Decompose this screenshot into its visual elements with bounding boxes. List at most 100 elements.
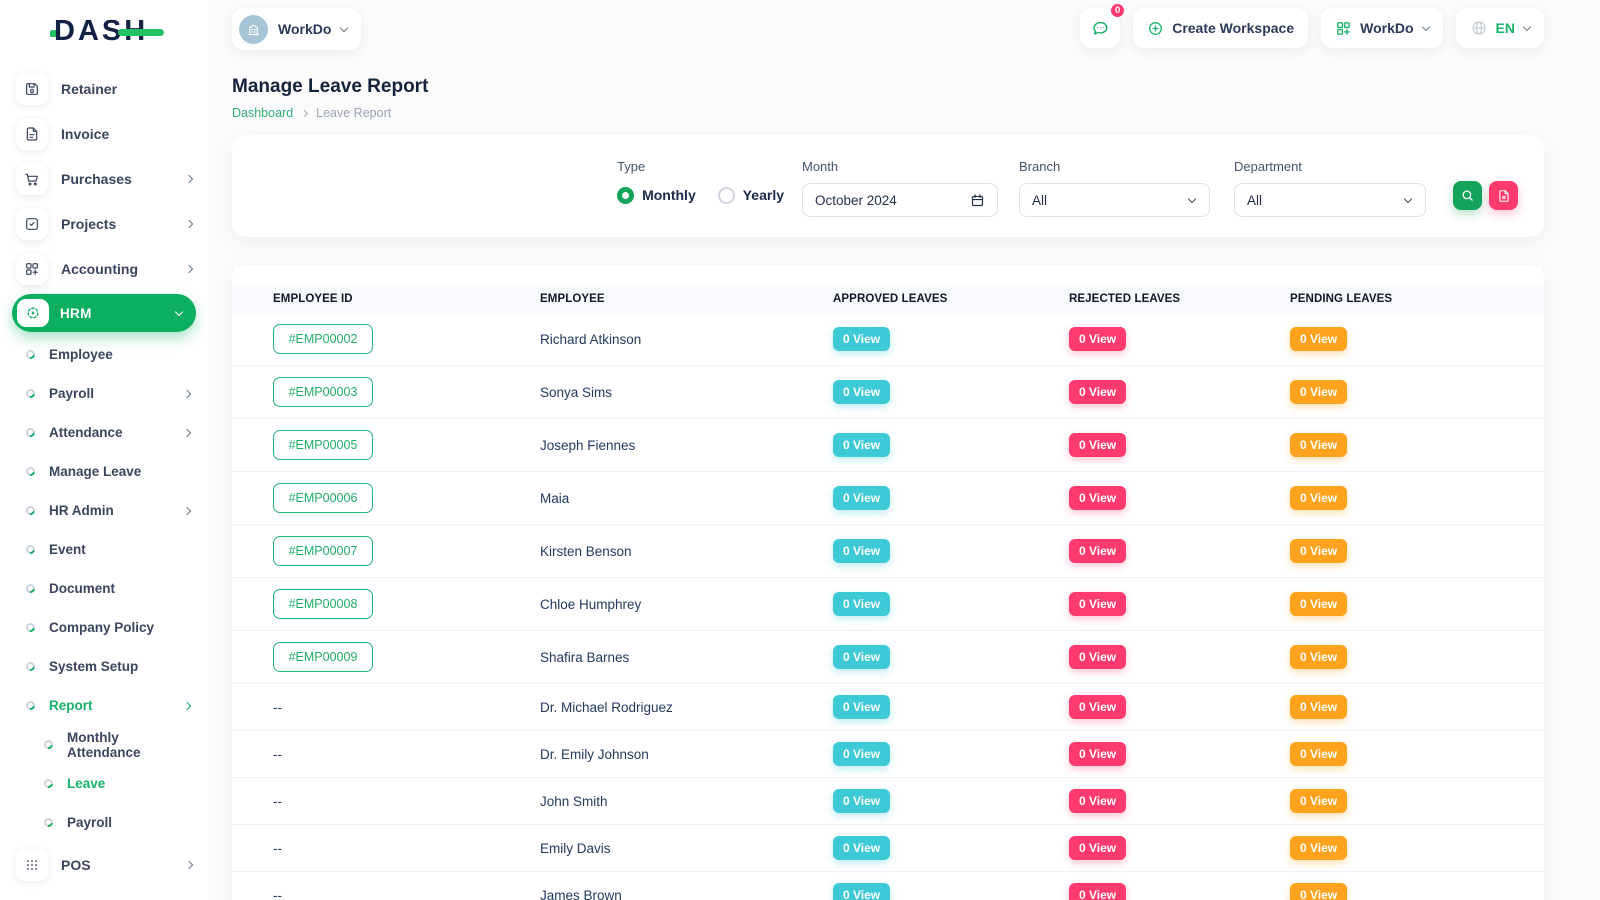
sidebar-item-manage-leave[interactable]: Manage Leave [0, 452, 208, 491]
bullet-icon [42, 738, 55, 751]
rejected-view-button[interactable]: 0 View [1069, 742, 1126, 766]
approved-view-button[interactable]: 0 View [833, 742, 890, 766]
calendar-icon [970, 193, 985, 208]
department-select[interactable]: All [1234, 183, 1426, 217]
employee-id-empty: -- [273, 747, 282, 762]
approved-view-button[interactable]: 0 View [833, 486, 890, 510]
reset-export-button[interactable] [1489, 181, 1518, 210]
pending-view-button[interactable]: 0 View [1290, 380, 1347, 404]
create-workspace-button[interactable]: Create Workspace [1133, 8, 1308, 48]
yearly-radio[interactable]: Yearly [718, 187, 784, 204]
bullet-icon [24, 582, 37, 595]
rejected-view-button[interactable]: 0 View [1069, 645, 1126, 669]
sidebar-item-document[interactable]: Document [0, 569, 208, 608]
invoice-file-icon [16, 118, 48, 150]
rejected-view-button[interactable]: 0 View [1069, 486, 1126, 510]
sidebar-item-hr-admin[interactable]: HR Admin [0, 491, 208, 530]
breadcrumb-dashboard-link[interactable]: Dashboard [232, 106, 293, 120]
approved-view-button[interactable]: 0 View [833, 836, 890, 860]
search-button[interactable] [1453, 181, 1482, 210]
pending-view-button[interactable]: 0 View [1290, 433, 1347, 457]
table-row: -- James Brown 0 View 0 View 0 View [232, 872, 1544, 900]
rejected-view-button[interactable]: 0 View [1069, 789, 1126, 813]
pending-view-button[interactable]: 0 View [1290, 486, 1347, 510]
sidebar-item-invoice[interactable]: Invoice [0, 111, 208, 156]
approved-view-button[interactable]: 0 View [833, 539, 890, 563]
approved-view-button[interactable]: 0 View [833, 327, 890, 351]
employee-name: Richard Atkinson [540, 313, 833, 366]
branch-select[interactable]: All [1019, 183, 1210, 217]
month-input[interactable]: October 2024 [802, 183, 998, 217]
app-switcher-label: WorkDo [1360, 20, 1413, 36]
main-content: Manage Leave Report Dashboard Leave Repo… [208, 58, 1600, 900]
pending-view-button[interactable]: 0 View [1290, 592, 1347, 616]
pending-view-button[interactable]: 0 View [1290, 883, 1347, 900]
approved-view-button[interactable]: 0 View [833, 380, 890, 404]
sidebar-item-report-payroll[interactable]: Payroll [0, 803, 208, 842]
sidebar-item-monthly-attendance[interactable]: Monthly Attendance [0, 725, 208, 764]
sidebar-item-employee[interactable]: Employee [0, 335, 208, 374]
pending-view-button[interactable]: 0 View [1290, 539, 1347, 563]
messages-button[interactable]: 0 [1080, 8, 1120, 48]
rejected-view-button[interactable]: 0 View [1069, 380, 1126, 404]
employee-name: Maia [540, 472, 833, 525]
employee-id-badge[interactable]: #EMP00005 [273, 430, 373, 460]
rejected-view-button[interactable]: 0 View [1069, 883, 1126, 900]
sidebar-item-leave[interactable]: Leave [0, 764, 208, 803]
table-row: #EMP00002 Richard Atkinson 0 View 0 View… [232, 313, 1544, 366]
approved-view-button[interactable]: 0 View [833, 695, 890, 719]
approved-view-button[interactable]: 0 View [833, 883, 890, 900]
rejected-view-button[interactable]: 0 View [1069, 836, 1126, 860]
employee-id-badge[interactable]: #EMP00002 [273, 324, 373, 354]
rejected-view-button[interactable]: 0 View [1069, 592, 1126, 616]
employee-id-badge[interactable]: #EMP00007 [273, 536, 373, 566]
rejected-view-button[interactable]: 0 View [1069, 539, 1126, 563]
rejected-view-button[interactable]: 0 View [1069, 695, 1126, 719]
workspace-selector[interactable]: WorkDo [232, 8, 361, 50]
pending-view-button[interactable]: 0 View [1290, 327, 1347, 351]
employee-name: Dr. Emily Johnson [540, 731, 833, 778]
sidebar-item-accounting[interactable]: Accounting [0, 246, 208, 291]
rejected-view-button[interactable]: 0 View [1069, 327, 1126, 351]
chevron-right-icon [185, 174, 193, 182]
brand-logo[interactable]: DASH [0, 0, 208, 62]
sidebar-item-company-policy[interactable]: Company Policy [0, 608, 208, 647]
employee-id-badge[interactable]: #EMP00003 [273, 377, 373, 407]
approved-view-button[interactable]: 0 View [833, 789, 890, 813]
pending-view-button[interactable]: 0 View [1290, 742, 1347, 766]
employee-name: Dr. Michael Rodriguez [540, 684, 833, 731]
sidebar-item-report[interactable]: Report [0, 686, 208, 725]
sidebar-item-purchases[interactable]: Purchases [0, 156, 208, 201]
pending-view-button[interactable]: 0 View [1290, 789, 1347, 813]
sidebar-item-system-setup[interactable]: System Setup [0, 647, 208, 686]
monthly-radio[interactable]: Monthly [617, 187, 696, 204]
table-row: #EMP00003 Sonya Sims 0 View 0 View 0 Vie… [232, 366, 1544, 419]
language-selector[interactable]: EN [1456, 8, 1544, 48]
sidebar-item-hrm[interactable]: HRM [12, 294, 196, 332]
chevron-down-icon [1421, 22, 1429, 30]
approved-view-button[interactable]: 0 View [833, 592, 890, 616]
sidebar-item-attendance[interactable]: Attendance [0, 413, 208, 452]
pending-view-button[interactable]: 0 View [1290, 695, 1347, 719]
approved-view-button[interactable]: 0 View [833, 433, 890, 457]
employee-id-badge[interactable]: #EMP00006 [273, 483, 373, 513]
sidebar-item-label: Retainer [61, 81, 192, 97]
table-row: #EMP00009 Shafira Barnes 0 View 0 View 0… [232, 631, 1544, 684]
sidebar-item-label: Accounting [61, 261, 186, 277]
employee-id-badge[interactable]: #EMP00008 [273, 589, 373, 619]
sidebar-item-retainer[interactable]: Retainer [0, 66, 208, 111]
col-employee: Employee [540, 285, 833, 313]
sidebar-item-projects[interactable]: Projects [0, 201, 208, 246]
sidebar-item-pos[interactable]: POS [0, 842, 208, 887]
pending-view-button[interactable]: 0 View [1290, 645, 1347, 669]
bullet-icon [24, 543, 37, 556]
app-switcher-button[interactable]: WorkDo [1321, 8, 1442, 48]
pending-view-button[interactable]: 0 View [1290, 836, 1347, 860]
col-pending-leaves: Pending Leaves [1290, 285, 1544, 313]
rejected-view-button[interactable]: 0 View [1069, 433, 1126, 457]
sidebar-item-event[interactable]: Event [0, 530, 208, 569]
bullet-icon [24, 504, 37, 517]
employee-id-badge[interactable]: #EMP00009 [273, 642, 373, 672]
approved-view-button[interactable]: 0 View [833, 645, 890, 669]
sidebar-item-payroll[interactable]: Payroll [0, 374, 208, 413]
